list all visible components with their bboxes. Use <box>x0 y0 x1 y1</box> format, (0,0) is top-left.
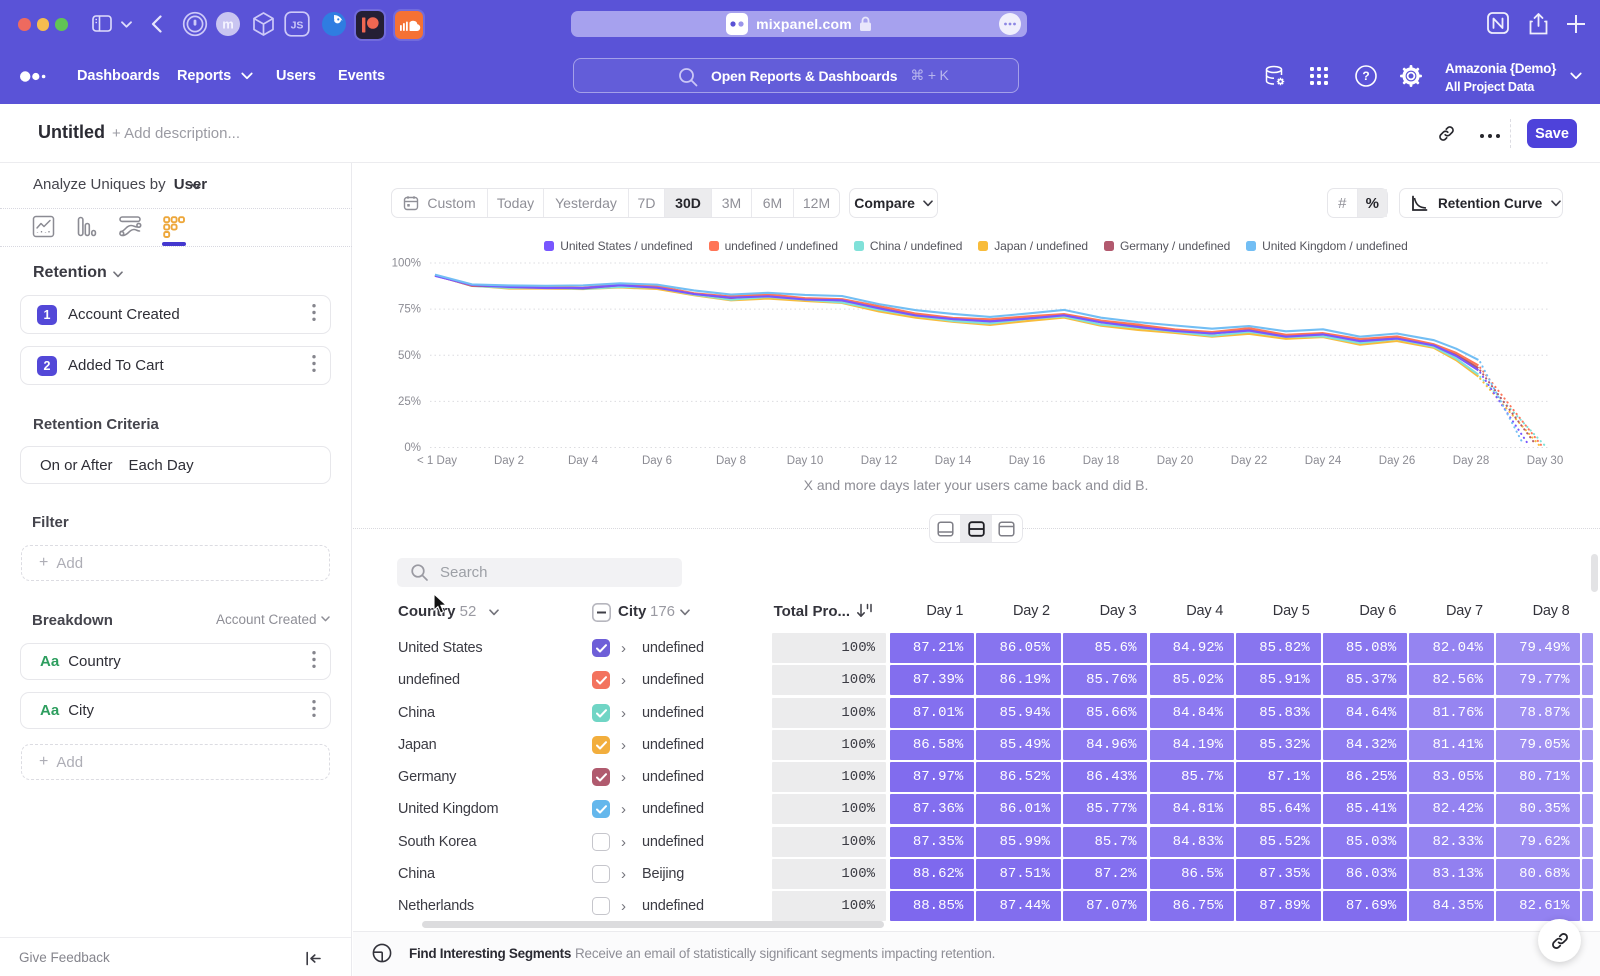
svg-text:Day 24: Day 24 <box>1305 455 1342 467</box>
svg-text:Day 28: Day 28 <box>1453 455 1489 467</box>
svg-text:Day 4: Day 4 <box>568 455 599 467</box>
svg-text:25%: 25% <box>398 396 421 408</box>
svg-text:0%: 0% <box>404 442 421 454</box>
svg-text:Day 30: Day 30 <box>1527 455 1563 467</box>
svg-text:75%: 75% <box>398 304 421 316</box>
svg-text:< 1 Day: < 1 Day <box>417 455 457 467</box>
svg-text:100%: 100% <box>392 258 421 270</box>
svg-text:Day 16: Day 16 <box>1009 455 1045 467</box>
svg-text:Day 20: Day 20 <box>1157 455 1193 467</box>
svg-text:Day 14: Day 14 <box>935 455 972 467</box>
svg-text:Day 26: Day 26 <box>1379 455 1415 467</box>
svg-text:Day 8: Day 8 <box>716 455 746 467</box>
svg-text:Day 2: Day 2 <box>494 455 524 467</box>
svg-text:Day 6: Day 6 <box>642 455 672 467</box>
svg-text:Day 10: Day 10 <box>787 455 823 467</box>
svg-text:Day 12: Day 12 <box>861 455 897 467</box>
svg-text:Day 22: Day 22 <box>1231 455 1267 467</box>
svg-text:Day 18: Day 18 <box>1083 455 1119 467</box>
svg-text:50%: 50% <box>398 350 421 362</box>
